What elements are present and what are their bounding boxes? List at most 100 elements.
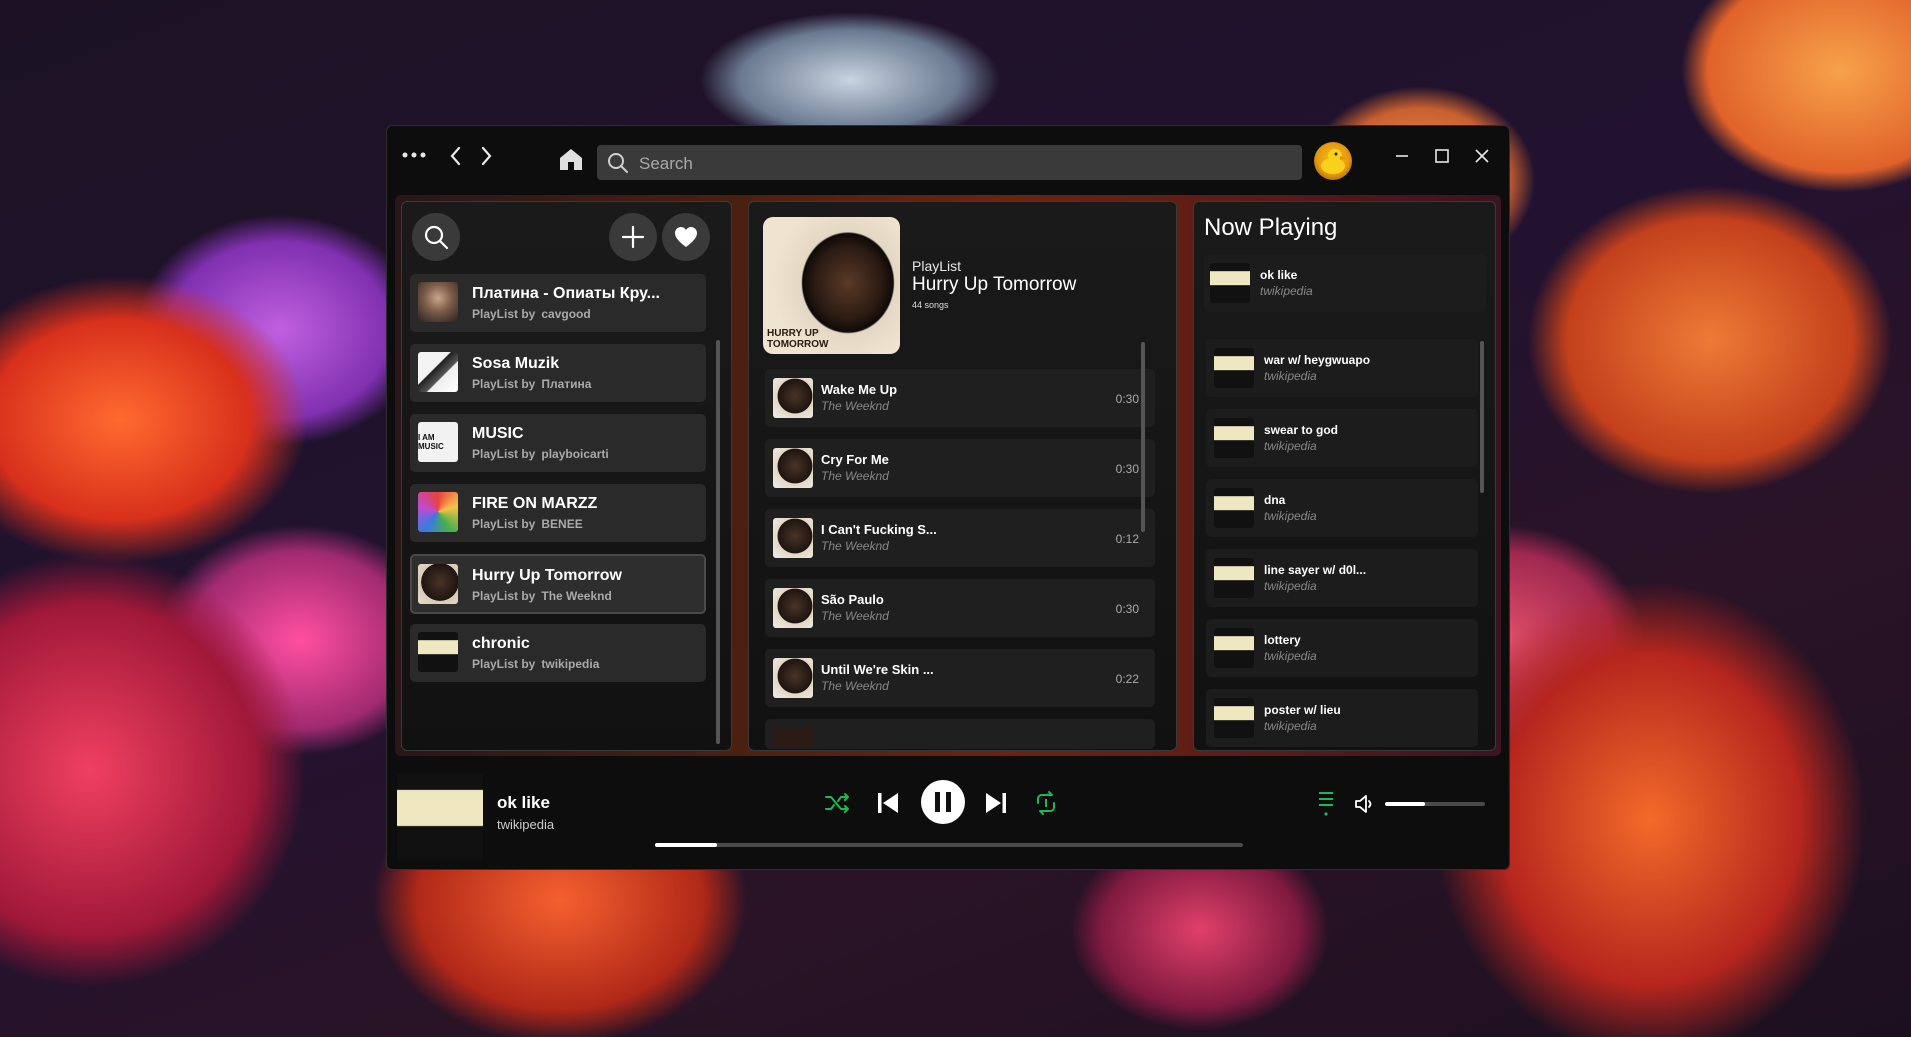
playlist-item[interactable]: chronic PlayList by twikipedia bbox=[410, 624, 706, 682]
track-artist: twikipedia bbox=[1260, 284, 1313, 298]
cover-text: HURRY UP TOMORROW bbox=[767, 328, 829, 350]
track-artist: twikipedia bbox=[1264, 509, 1317, 523]
playlist-item[interactable]: FIRE ON MARZZ PlayList by BENEE bbox=[410, 484, 706, 542]
queue-icon[interactable] bbox=[1315, 787, 1339, 819]
track-title: poster w/ lieu bbox=[1264, 703, 1341, 717]
forward-icon[interactable] bbox=[477, 145, 497, 167]
track-cover bbox=[1214, 348, 1254, 388]
queue-item[interactable]: dna twikipedia bbox=[1206, 479, 1478, 537]
track-title: I Can't Fucking S... bbox=[821, 522, 937, 537]
track-duration: 0:30 bbox=[1115, 462, 1139, 476]
previous-icon[interactable] bbox=[874, 789, 904, 819]
playlist-title: MUSIC bbox=[472, 425, 524, 442]
track-row[interactable]: Wake Me Up The Weeknd 0:30 bbox=[765, 369, 1155, 427]
next-icon[interactable] bbox=[982, 789, 1012, 819]
add-playlist-button[interactable] bbox=[609, 213, 657, 261]
track-title: swear to god bbox=[1264, 423, 1339, 437]
playlist-subtitle: PlayList by twikipedia bbox=[472, 657, 600, 671]
playlist-title: Hurry Up Tomorrow bbox=[472, 567, 622, 584]
track-title: war w/ heygwuapo bbox=[1264, 353, 1371, 367]
repeat-icon[interactable] bbox=[1032, 789, 1062, 819]
player-track-artist: twikipedia bbox=[497, 817, 555, 832]
playlist-title: Платина - Опиаты Кру... bbox=[472, 285, 660, 302]
playlist-cover: I AM MUSIC bbox=[418, 422, 458, 462]
playlist-cover bbox=[418, 352, 458, 392]
track-title: lottery bbox=[1264, 633, 1301, 647]
track-artist: twikipedia bbox=[1264, 369, 1317, 383]
track-cover bbox=[773, 448, 813, 488]
maximize-icon[interactable] bbox=[1433, 148, 1451, 164]
track-cover bbox=[1214, 628, 1254, 668]
volume-icon[interactable] bbox=[1353, 792, 1377, 816]
queue-item[interactable]: swear to god twikipedia bbox=[1206, 409, 1478, 467]
progress-fill bbox=[655, 843, 717, 847]
plus-icon bbox=[621, 225, 645, 249]
track-row[interactable]: I Can't Fucking S... The Weeknd 0:12 bbox=[765, 509, 1155, 567]
playlist-panel: HURRY UP TOMORROW PlayList Hurry Up Tomo… bbox=[748, 201, 1177, 751]
search-icon bbox=[424, 225, 449, 250]
shuffle-icon[interactable] bbox=[823, 789, 853, 819]
track-duration: 0:12 bbox=[1115, 532, 1139, 546]
player-bar: ok like twikipedia bbox=[387, 764, 1511, 871]
track-artist: The Weeknd bbox=[821, 609, 889, 623]
player-track-title: ok like bbox=[497, 793, 550, 812]
track-artist: twikipedia bbox=[1264, 579, 1317, 593]
track-title: Wake Me Up bbox=[821, 382, 898, 397]
minimize-icon[interactable] bbox=[1393, 148, 1411, 164]
pause-icon bbox=[935, 792, 951, 812]
track-cover bbox=[1214, 558, 1254, 598]
playlist-title: FIRE ON MARZZ bbox=[472, 495, 598, 512]
track-artist: The Weeknd bbox=[821, 399, 889, 413]
playlist-scrollbar[interactable] bbox=[1141, 342, 1145, 532]
playlist-heading: Hurry Up Tomorrow bbox=[912, 274, 1077, 295]
playlist-item-selected[interactable]: Hurry Up Tomorrow PlayList by The Weeknd bbox=[410, 554, 706, 614]
playlist-item[interactable]: Sosa Muzik PlayList by Платина bbox=[410, 344, 706, 402]
track-cover bbox=[773, 588, 813, 628]
playlist-cover bbox=[418, 492, 458, 532]
now-playing-heading: Now Playing bbox=[1204, 214, 1338, 241]
liked-songs-button[interactable] bbox=[662, 213, 710, 261]
playlist-item[interactable]: Платина - Опиаты Кру... PlayList by cavgo… bbox=[410, 274, 706, 332]
library-scrollbar[interactable] bbox=[716, 340, 720, 744]
playlist-subtitle: PlayList by BENEE bbox=[472, 517, 583, 531]
search-bar[interactable] bbox=[597, 145, 1302, 182]
library-panel: Платина - Опиаты Кру... PlayList by cavgo… bbox=[401, 201, 732, 751]
playlist-cover bbox=[418, 564, 458, 604]
track-title: ok like bbox=[1260, 268, 1298, 282]
queue-item[interactable]: line sayer w/ d0l... twikipedia bbox=[1206, 549, 1478, 607]
playlist-cover bbox=[418, 282, 458, 322]
more-icon[interactable] bbox=[401, 148, 427, 162]
track-row-partial[interactable] bbox=[765, 719, 1155, 749]
track-row[interactable]: São Paulo The Weeknd 0:30 bbox=[765, 579, 1155, 637]
track-duration: 0:30 bbox=[1115, 392, 1139, 406]
track-row[interactable]: Until We're Skin ... The Weeknd 0:22 bbox=[765, 649, 1155, 707]
search-input[interactable] bbox=[637, 145, 1281, 182]
queue-item[interactable]: poster w/ lieu twikipedia bbox=[1206, 689, 1478, 747]
track-cover bbox=[773, 378, 813, 418]
playlist-subtitle: PlayList by cavgood bbox=[472, 307, 591, 321]
pause-button[interactable] bbox=[921, 780, 965, 824]
track-artist: twikipedia bbox=[1264, 649, 1317, 663]
close-icon[interactable] bbox=[1473, 148, 1491, 164]
queue-item[interactable]: lottery twikipedia bbox=[1206, 619, 1478, 677]
progress-track[interactable] bbox=[655, 843, 1243, 847]
playlist-cover-large: HURRY UP TOMORROW bbox=[763, 217, 900, 354]
playlist-title: Sosa Muzik bbox=[472, 355, 560, 372]
queue-item[interactable]: war w/ heygwuapo twikipedia bbox=[1206, 339, 1478, 397]
track-artist: The Weeknd bbox=[821, 469, 889, 483]
playlist-type-label: PlayList bbox=[912, 258, 962, 274]
playlist-item[interactable]: I AM MUSIC MUSIC PlayList by playboicarti bbox=[410, 414, 706, 472]
track-cover bbox=[773, 728, 813, 748]
home-icon[interactable] bbox=[557, 145, 585, 173]
current-track[interactable]: ok like twikipedia bbox=[1204, 254, 1486, 312]
avatar[interactable] bbox=[1314, 142, 1352, 180]
playlist-subtitle: PlayList by playboicarti bbox=[472, 447, 609, 461]
track-cover bbox=[773, 518, 813, 558]
back-icon[interactable] bbox=[445, 145, 465, 167]
track-artist: twikipedia bbox=[1264, 719, 1317, 733]
heart-icon bbox=[675, 227, 697, 247]
volume-slider[interactable] bbox=[1385, 802, 1485, 806]
track-row[interactable]: Cry For Me The Weeknd 0:30 bbox=[765, 439, 1155, 497]
library-search-button[interactable] bbox=[412, 213, 460, 261]
queue-scrollbar[interactable] bbox=[1480, 341, 1484, 493]
